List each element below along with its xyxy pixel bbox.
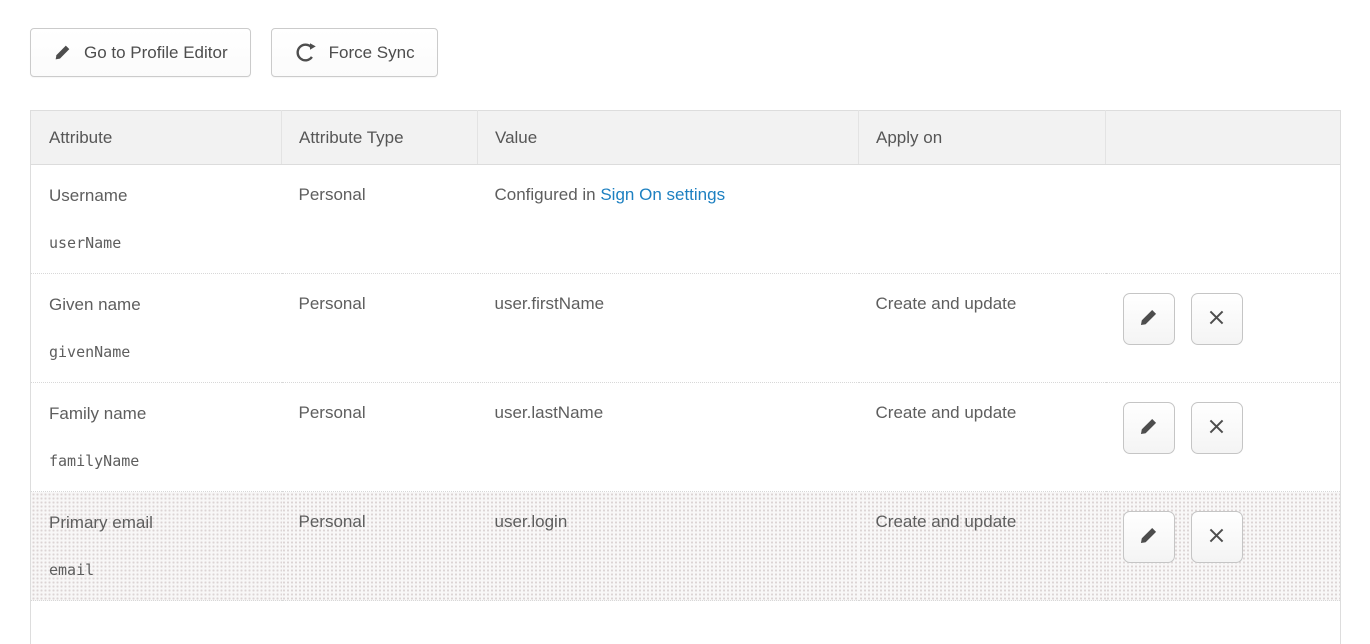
attribute-variable-name: givenName [49, 342, 272, 362]
attribute-variable-name: email [49, 560, 272, 580]
table-row-username: Username userName Personal Configured in… [31, 165, 1341, 274]
attribute-type-cell: Personal [282, 274, 478, 383]
attribute-label: Family name [49, 403, 272, 425]
attribute-label: Username [49, 185, 272, 207]
value-cell: Configured in Sign On settings [478, 165, 859, 274]
attribute-type-cell: Personal [282, 165, 478, 274]
row-actions [1123, 511, 1331, 563]
attribute-type-cell: Personal [282, 492, 478, 601]
pencil-icon [1138, 525, 1159, 549]
table-header: Attribute Attribute Type Value Apply on [31, 111, 1341, 165]
attribute-variable-name: familyName [49, 451, 272, 471]
pencil-icon [1138, 416, 1159, 440]
value-cell: user.login [478, 492, 859, 601]
table-row-family-name: Family name familyName Personal user.las… [31, 383, 1341, 492]
header-value: Value [478, 111, 859, 165]
sign-on-settings-link[interactable]: Sign On settings [600, 185, 725, 204]
remove-attribute-button[interactable] [1191, 402, 1243, 454]
apply-on-cell: Create and update [859, 274, 1106, 383]
row-actions [1123, 402, 1331, 454]
header-attribute-type: Attribute Type [282, 111, 478, 165]
apply-on-cell [859, 165, 1106, 274]
force-sync-label: Force Sync [329, 43, 415, 63]
value-prefix-text: Configured in [495, 185, 601, 204]
table-row-primary-email: Primary email email Personal user.login … [31, 492, 1341, 601]
close-icon [1206, 307, 1227, 331]
header-apply-on: Apply on [859, 111, 1106, 165]
value-cell: user.lastName [478, 383, 859, 492]
attribute-mappings-table: Attribute Attribute Type Value Apply on … [30, 110, 1341, 644]
go-to-profile-editor-label: Go to Profile Editor [84, 43, 228, 63]
edit-attribute-button[interactable] [1123, 402, 1175, 454]
attribute-label: Primary email [49, 512, 272, 534]
refresh-icon [294, 41, 317, 64]
apply-on-cell: Create and update [859, 383, 1106, 492]
header-attribute: Attribute [31, 111, 282, 165]
pencil-icon [1138, 307, 1159, 331]
force-sync-button[interactable]: Force Sync [271, 28, 438, 77]
header-actions [1106, 111, 1341, 165]
remove-attribute-button[interactable] [1191, 293, 1243, 345]
pencil-icon [53, 43, 72, 62]
attribute-type-cell: Personal [282, 383, 478, 492]
table-row-given-name: Given name givenName Personal user.first… [31, 274, 1341, 383]
value-cell: user.firstName [478, 274, 859, 383]
close-icon [1206, 416, 1227, 440]
remove-attribute-button[interactable] [1191, 511, 1243, 563]
row-actions [1123, 293, 1331, 345]
close-icon [1206, 525, 1227, 549]
attribute-label: Given name [49, 294, 272, 316]
go-to-profile-editor-button[interactable]: Go to Profile Editor [30, 28, 251, 77]
edit-attribute-button[interactable] [1123, 511, 1175, 563]
edit-attribute-button[interactable] [1123, 293, 1175, 345]
toolbar: Go to Profile Editor Force Sync [30, 28, 1370, 77]
apply-on-cell: Create and update [859, 492, 1106, 601]
attribute-mappings-page: Go to Profile Editor Force Sync Attribut… [0, 0, 1370, 644]
attribute-variable-name: userName [49, 233, 272, 253]
table-row-partial [31, 601, 1341, 644]
